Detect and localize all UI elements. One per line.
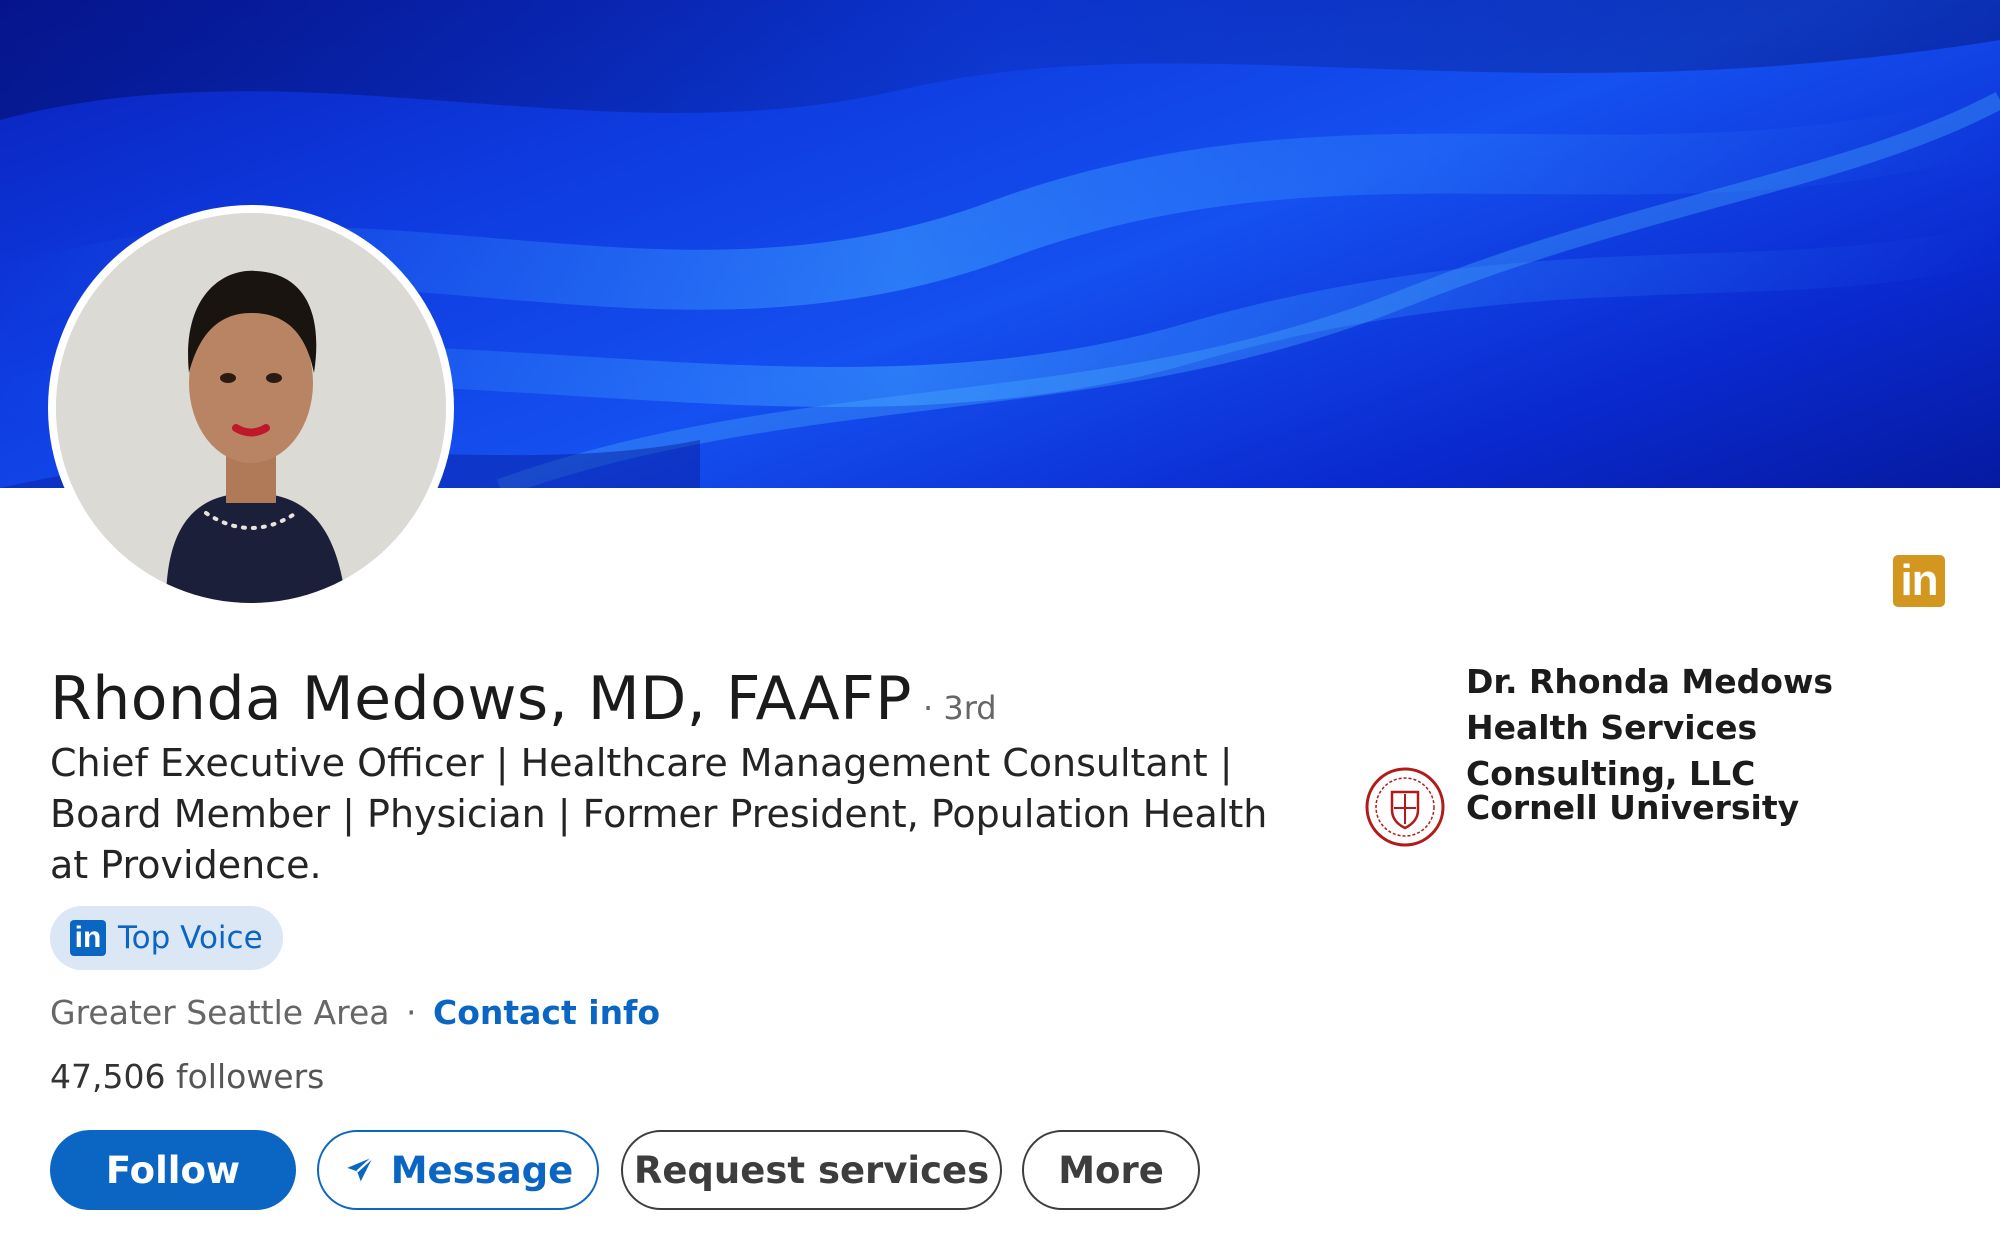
more-button[interactable]: More: [1022, 1130, 1200, 1210]
followers-number: 47,506: [50, 1057, 166, 1096]
separator-dot: ·: [406, 993, 417, 1032]
cornell-seal-icon: [1365, 767, 1445, 847]
connection-degree: · 3rd: [923, 689, 997, 727]
avatar: [56, 213, 446, 603]
followers-count[interactable]: 47,506 followers: [50, 1057, 324, 1096]
linkedin-icon: in: [70, 920, 106, 956]
portrait-illustration: [56, 213, 446, 603]
follow-button-label: Follow: [105, 1148, 241, 1192]
education-name: Cornell University: [1466, 787, 1800, 827]
profile-location: Greater Seattle Area: [50, 993, 390, 1032]
profile-name: Rhonda Medows, MD, FAAFP: [50, 664, 912, 734]
education-link[interactable]: Cornell University: [1364, 766, 1799, 848]
location-line: Greater Seattle Area · Contact info: [50, 993, 660, 1032]
message-button[interactable]: Message: [317, 1130, 599, 1210]
more-button-label: More: [1058, 1148, 1164, 1192]
contact-info-link[interactable]: Contact info: [433, 993, 660, 1032]
follow-button[interactable]: Follow: [50, 1130, 296, 1210]
top-voice-badge[interactable]: in Top Voice: [50, 906, 283, 970]
profile-photo[interactable]: [48, 205, 454, 611]
request-services-button[interactable]: Request services: [621, 1130, 1002, 1210]
profile-name-line: Rhonda Medows, MD, FAAFP · 3rd: [50, 664, 997, 734]
top-voice-label: Top Voice: [118, 920, 263, 956]
followers-label: followers: [175, 1057, 325, 1096]
linkedin-icon[interactable]: in: [1893, 555, 1945, 607]
message-button-label: Message: [390, 1148, 574, 1192]
profile-headline: Chief Executive Officer | Healthcare Man…: [50, 741, 1268, 887]
request-services-label: Request services: [633, 1148, 990, 1192]
send-icon: [346, 1156, 374, 1182]
